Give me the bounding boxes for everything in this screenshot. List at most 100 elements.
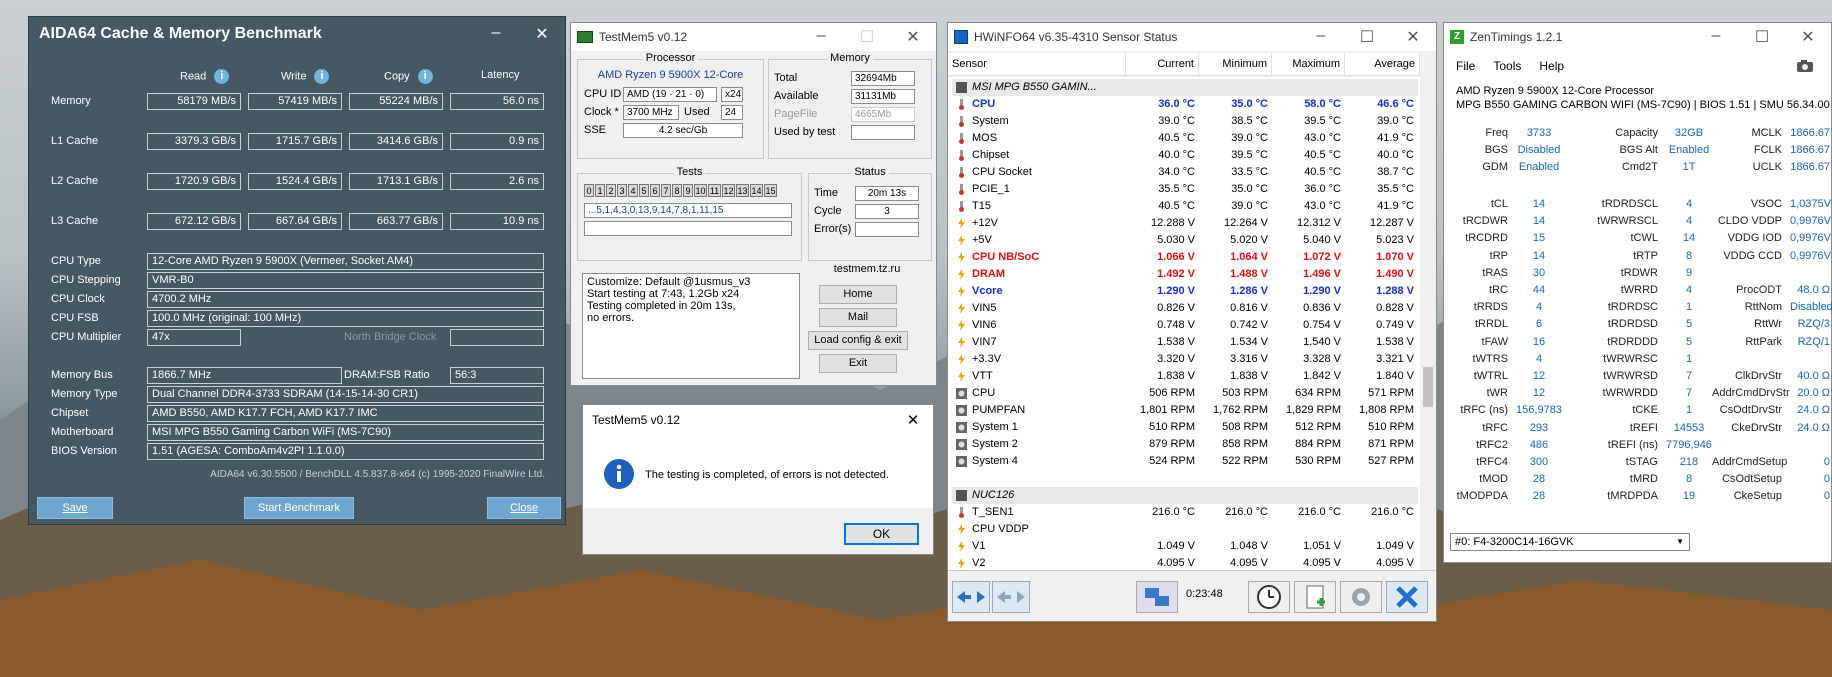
timing-value: 6	[1535, 318, 1543, 331]
sensor-row[interactable]: +5V 5.030 V 5.020 V 5.040 V 5.023 V	[952, 232, 1418, 249]
sensor-value-min: 858 RPM	[1222, 438, 1268, 450]
scrollbar-thumb[interactable]	[1423, 367, 1433, 407]
sensor-row[interactable]: CPU Socket 34.0 °C 33.5 °C 40.5 °C 38.7 °C	[952, 164, 1418, 181]
close-x-icon[interactable]	[1386, 581, 1428, 613]
minimize-button[interactable]: –	[1693, 27, 1739, 47]
timing-value: 40.0 Ω	[1797, 370, 1830, 382]
close-button[interactable]: ✕	[893, 411, 933, 429]
sensor-row[interactable]: DRAM 1.492 V 1.488 V 1.496 V 1.490 V	[952, 266, 1418, 283]
sensor-row[interactable]: CPU 506 RPM 503 RPM 634 RPM 571 RPM	[952, 385, 1418, 402]
sensor-row[interactable]: +12V 12.288 V 12.264 V 12.312 V 12.287 V	[952, 215, 1418, 232]
menu-file[interactable]: File	[1456, 59, 1475, 73]
sensor-row[interactable]: VIN5 0.826 V 0.816 V 0.836 V 0.828 V	[952, 300, 1418, 317]
sensor-row[interactable]: System 4 524 RPM 522 RPM 530 RPM 527 RPM	[952, 453, 1418, 470]
sensor-row[interactable]: System 2 879 RPM 858 RPM 884 RPM 871 RPM	[952, 436, 1418, 453]
clock-icon[interactable]	[1248, 581, 1290, 613]
arrows-icon[interactable]	[992, 581, 1030, 613]
sensor-row[interactable]: T15 40.5 °C 39.0 °C 43.0 °C 41.9 °C	[952, 198, 1418, 215]
timing-value: Enabled	[1668, 144, 1710, 156]
thermometer-icon	[956, 184, 972, 195]
cpuid-label: CPU ID	[584, 88, 622, 100]
mail-button[interactable]: Mail	[819, 308, 897, 327]
info-icon[interactable]: i	[314, 69, 330, 84]
sensor-row[interactable]: VIN7 1.538 V 1.534 V 1.540 V 1.538 V	[952, 334, 1418, 351]
info-icon[interactable]: i	[214, 69, 230, 84]
network-icon[interactable]	[1136, 581, 1178, 613]
sensor-name: CPU Socket	[972, 166, 1032, 178]
minimize-button[interactable]: –	[1298, 27, 1344, 47]
maximize-button[interactable]: ☐	[1344, 27, 1390, 47]
sensor-name: Chipset	[972, 149, 1010, 161]
menu-help[interactable]: Help	[1539, 59, 1564, 73]
maximize-button[interactable]: ☐	[1739, 27, 1785, 47]
close-button[interactable]: ✕	[1785, 27, 1831, 47]
info-icon	[603, 458, 635, 490]
arrows-icon[interactable]	[952, 581, 990, 613]
sensor-row[interactable]: CPU NB/SoC 1.066 V 1.064 V 1.072 V 1.070 V	[952, 249, 1418, 266]
menu-tools[interactable]: Tools	[1493, 59, 1521, 73]
zentimings-window: Z ZenTimings 1.2.1 – ☐ ✕ File Tools Help…	[1443, 22, 1832, 563]
col-sensor[interactable]: Sensor	[948, 53, 1126, 75]
sensor-value-cur: 40.5 °C	[1158, 132, 1195, 144]
voltage-icon	[956, 235, 972, 246]
exit-button[interactable]: Exit	[819, 354, 897, 373]
thermometer-icon	[956, 150, 972, 161]
timing-value: 28	[1532, 473, 1546, 486]
profile-select[interactable]: #0: F4-3200C14-16GVK ▼	[1450, 533, 1690, 551]
thermometer-icon	[956, 201, 972, 212]
start-benchmark-button[interactable]: Start Benchmark	[244, 497, 354, 519]
home-button[interactable]: Home	[819, 285, 897, 304]
cpu-clock-value: 4700.2 MHz	[147, 291, 544, 308]
info-icon[interactable]: i	[417, 69, 433, 84]
close-button[interactable]: ✕	[890, 27, 936, 47]
sensor-row[interactable]: MOS 40.5 °C 39.0 °C 43.0 °C 41.9 °C	[952, 130, 1418, 147]
sensor-group-header[interactable]: NUC126	[952, 487, 1418, 504]
timing-value: 4	[1535, 352, 1543, 365]
sensor-row[interactable]: T_SEN1 216.0 °C 216.0 °C 216.0 °C 216.0 °C	[952, 504, 1418, 521]
maximize-button[interactable]: ☐	[844, 27, 890, 47]
save-button[interactable]: Save	[37, 497, 113, 519]
close-button[interactable]: ✕	[1390, 27, 1436, 47]
sensor-row[interactable]: System 1 510 RPM 508 RPM 512 RPM 510 RPM	[952, 419, 1418, 436]
sensor-row[interactable]: System 39.0 °C 38.5 °C 39.5 °C 39.0 °C	[952, 113, 1418, 130]
timing-value: 14	[1682, 232, 1696, 245]
sensor-row[interactable]: VTT 1.838 V 1.838 V 1.842 V 1.840 V	[952, 368, 1418, 385]
close-button[interactable]: ✕	[519, 24, 565, 44]
report-icon[interactable]	[1294, 581, 1336, 613]
sensor-row[interactable]: VIN6 0.748 V 0.742 V 0.754 V 0.749 V	[952, 317, 1418, 334]
log-box[interactable]: Customize: Default @1usmus_v3 Start test…	[582, 273, 800, 379]
scrollbar[interactable]	[1420, 77, 1436, 591]
sensor-row[interactable]: V1 1.049 V 1.048 V 1.051 V 1.049 V	[952, 538, 1418, 555]
testmem5-titlebar: TestMem5 v0.12 – ☐ ✕	[571, 23, 936, 51]
close-window-button[interactable]: Close	[487, 497, 561, 519]
sensor-row[interactable]: PUMPFAN 1,801 RPM 1,762 RPM 1,829 RPM 1,808 …	[952, 402, 1418, 419]
sensor-row[interactable]: CPU 36.0 °C 35.0 °C 58.0 °C 46.6 °C	[952, 96, 1418, 113]
timing-label: tRFC (ns)	[1460, 404, 1508, 417]
sensor-group-header[interactable]: MSI MPG B550 GAMIN...	[952, 79, 1418, 96]
timing-label: tWRRD	[1620, 284, 1658, 296]
load-config-button[interactable]: Load config & exit	[808, 331, 908, 350]
sensor-value-avg: 46.6 °C	[1377, 98, 1414, 110]
col-average[interactable]: Average	[1345, 53, 1420, 75]
ok-button[interactable]: OK	[844, 523, 919, 545]
camera-icon[interactable]	[1796, 59, 1814, 73]
sensor-row[interactable]: Vcore 1.290 V 1.286 V 1.290 V 1.288 V	[952, 283, 1418, 300]
timing-label: tMOD	[1479, 473, 1508, 486]
latency-header: Latency	[481, 69, 520, 81]
minimize-button[interactable]: –	[798, 27, 844, 47]
cpuid-field: AMD (19 · 21 · 0)	[623, 87, 717, 102]
sensor-row[interactable]: +3.3V 3.320 V 3.316 V 3.328 V 3.321 V	[952, 351, 1418, 368]
sensor-table-body[interactable]: MSI MPG B550 GAMIN... CPU 36.0 °C 35.0 °C 58…	[948, 77, 1420, 591]
used-label: Used	[684, 106, 710, 118]
voltage-icon	[956, 286, 972, 297]
settings-gear-icon[interactable]	[1340, 581, 1382, 613]
sensor-row[interactable]: Chipset 40.0 °C 39.5 °C 40.5 °C 40.0 °C	[952, 147, 1418, 164]
col-maximum[interactable]: Maximum	[1272, 53, 1345, 75]
thermometer-icon	[956, 507, 972, 518]
sensor-value-max: 1.496 V	[1303, 268, 1341, 280]
sensor-row[interactable]: PCIE_1 35.5 °C 35.0 °C 36.0 °C 35.5 °C	[952, 181, 1418, 198]
sensor-row[interactable]: CPU VDDP	[952, 521, 1418, 538]
col-current[interactable]: Current	[1126, 53, 1199, 75]
col-minimum[interactable]: Minimum	[1199, 53, 1272, 75]
minimize-button[interactable]: –	[473, 24, 519, 44]
